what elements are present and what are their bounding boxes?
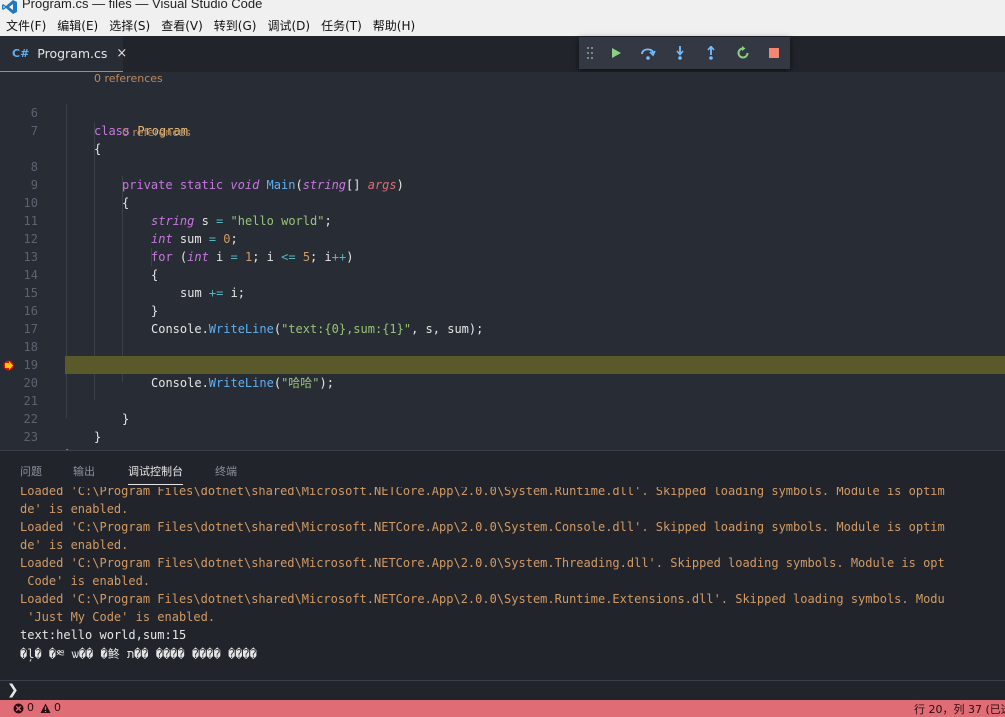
close-icon[interactable]: × xyxy=(116,46,127,61)
cursor-position[interactable]: 行 20，列 37 (已选 xyxy=(914,701,1005,717)
console-line: 'Just My Code' is enabled. xyxy=(20,610,216,624)
status-bar: 0 0 行 20，列 37 (已选 xyxy=(0,700,1005,717)
tab-problems[interactable]: 问题 xyxy=(20,463,42,479)
code-line: 12 for (int i = 1; i <= 5; i++) xyxy=(0,212,1005,264)
tab-program-cs[interactable]: C# Program.cs × xyxy=(0,36,127,72)
breakpoint-arrow-icon[interactable] xyxy=(3,360,14,371)
code-line: 15 } xyxy=(0,266,1005,318)
console-line: Loaded 'C:\Program Files\dotnet\shared\M… xyxy=(20,520,945,534)
window-title: Program.cs — files — Visual Studio Code xyxy=(22,0,263,11)
code-line: 21 } xyxy=(0,374,1005,426)
code-line: 8 private static void Main(string[] args… xyxy=(0,140,1005,192)
code-line: 14 sum += i; xyxy=(0,248,1005,300)
code-line: 7 { xyxy=(0,104,1005,156)
code-line: 17 xyxy=(0,302,1005,336)
warning-icon[interactable] xyxy=(40,703,51,714)
console-line: Code' is enabled. xyxy=(20,574,151,588)
editor-tab-bar: C# Program.cs × xyxy=(0,36,1005,72)
tab-debug-console[interactable]: 调试控制台 xyxy=(128,463,183,485)
code-line: 13 { xyxy=(0,230,1005,282)
program-output-line: �ļ� �༭ ѡ�� �鿴 ת�� ���� ���� ���� xyxy=(20,647,257,661)
menu-file[interactable]: 文件(F) xyxy=(6,17,46,34)
current-line-highlight: Console.WriteLine("哈哈"); xyxy=(65,356,1005,390)
warning-count[interactable]: 0 xyxy=(54,701,61,714)
csharp-file-icon: C# xyxy=(12,47,30,60)
title-bar: Program.cs — files — Visual Studio Code xyxy=(0,0,1005,14)
tab-output[interactable]: 输出 xyxy=(73,463,95,479)
code-editor[interactable]: 0 references 6 class Program 7 { 0 refer… xyxy=(0,72,1005,450)
error-icon[interactable] xyxy=(13,703,24,714)
tab-label: Program.cs xyxy=(37,46,108,61)
code-line: 19 xyxy=(0,338,1005,372)
menu-edit[interactable]: 编辑(E) xyxy=(57,17,98,34)
debug-console-output[interactable]: Loaded 'C:\Program Files\dotnet\shared\M… xyxy=(0,487,1005,677)
vscode-icon xyxy=(2,0,17,14)
console-line: de' is enabled. xyxy=(20,502,129,516)
code-line: 24 xyxy=(0,428,1005,450)
step-into-icon[interactable] xyxy=(664,37,696,69)
drag-grip-icon[interactable] xyxy=(579,37,601,69)
code-line: 22 } xyxy=(0,392,1005,444)
panel-tabs: 问题 输出 调试控制台 终端 xyxy=(0,451,1005,487)
console-input[interactable]: ❯ xyxy=(0,680,1005,701)
console-line: Loaded 'C:\Program Files\dotnet\shared\M… xyxy=(20,556,945,570)
stop-icon[interactable] xyxy=(758,37,790,69)
menu-help[interactable]: 帮助(H) xyxy=(373,17,415,34)
program-output-line: text:hello world,sum:15 xyxy=(20,628,187,642)
code-line: 10 string s = "hello world"; xyxy=(0,176,1005,228)
menu-debug[interactable]: 调试(D) xyxy=(267,17,310,34)
console-line: de' is enabled. xyxy=(20,538,129,552)
bottom-panel: 问题 输出 调试控制台 终端 Loaded 'C:\Program Files\… xyxy=(0,450,1005,700)
tab-terminal[interactable]: 终端 xyxy=(215,463,237,479)
console-line: Loaded 'C:\Program Files\dotnet\shared\M… xyxy=(20,487,945,498)
restart-icon[interactable] xyxy=(727,37,759,69)
code-line: 6 class Program xyxy=(0,86,1005,138)
menu-go[interactable]: 转到(G) xyxy=(214,17,257,34)
console-line: Loaded 'C:\Program Files\dotnet\shared\M… xyxy=(20,592,945,606)
error-count[interactable]: 0 xyxy=(27,701,34,714)
code-line: 16 Console.WriteLine("text:{0},sum:{1}",… xyxy=(0,284,1005,336)
step-out-icon[interactable] xyxy=(695,37,727,69)
code-line: 18 Console.WriteLine("文件 编辑 选择 查看 转到 调试 … xyxy=(0,320,1005,372)
line-number: 7 xyxy=(30,124,38,138)
menu-tasks[interactable]: 任务(T) xyxy=(321,17,362,34)
code-line: 11 int sum = 0; xyxy=(0,194,1005,246)
menu-selection[interactable]: 选择(S) xyxy=(109,17,150,34)
debug-toolbar xyxy=(579,37,790,69)
step-over-icon[interactable] xyxy=(632,37,664,69)
code-line: 23 } xyxy=(0,410,1005,450)
chevron-right-icon: ❯ xyxy=(7,682,19,698)
continue-icon[interactable] xyxy=(601,37,633,69)
menu-view[interactable]: 查看(V) xyxy=(161,17,203,34)
code-line: 9 { xyxy=(0,158,1005,210)
menu-bar: 文件(F) 编辑(E) 选择(S) 查看(V) 转到(G) 调试(D) 任务(T… xyxy=(0,14,1005,36)
